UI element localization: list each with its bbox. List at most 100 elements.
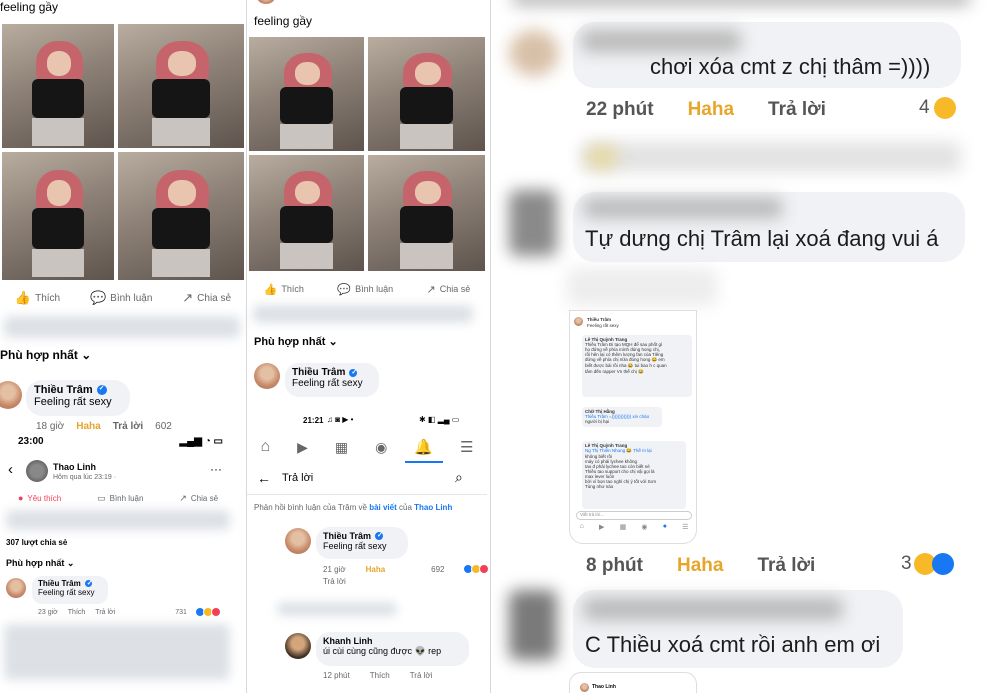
embedded-screenshot[interactable]: Thiều Trâm Feeling rất sexy Lê Thị Quỳnh… [569,310,697,544]
sort-dropdown[interactable]: Phù hợp nhất ⌄ [0,348,91,362]
groups-icon[interactable]: ◉ [375,439,387,456]
reaction-label[interactable]: Haha [366,565,386,574]
comment-meta: 18 giờ Haha Trả lời 602 [36,421,172,432]
like-link[interactable]: Thích [370,671,390,680]
blurred-region [253,305,473,323]
home-icon[interactable]: ⌂ [260,438,270,456]
search-icon[interactable]: ⌕ [455,469,463,486]
embedded-reply-box: Chữ Thị Hằng Thiều Trâm =))))))))))))) x… [582,407,662,427]
post-photo-4[interactable] [116,150,246,282]
menu-icon[interactable]: ☰ [460,438,473,456]
post-author[interactable]: Thao Linh [53,462,96,472]
bell-icon[interactable]: 🔔 [414,438,433,456]
avatar[interactable] [285,633,311,659]
back-arrow-icon[interactable]: ‹ [8,461,13,478]
verified-icon [375,531,384,540]
post-photo-1[interactable] [247,35,366,153]
blurred-region [6,510,230,530]
comment-author[interactable]: Thiều Trâm [34,384,93,396]
embedded-reply-box: Lê Thị Quỳnh Trang Thiều Trâm Đi tạo MQH… [582,335,692,397]
battery-icon: ✱ ◧ ▂▄ ▭ [419,415,460,424]
reply-link[interactable]: Trả lời [757,555,815,577]
comment-button[interactable]: 💬 Bình luận [337,283,393,296]
reaction-summary: 3 [901,553,954,575]
reply-link[interactable]: Trả lời [113,421,143,432]
share-button[interactable]: ↗ Chia sẻ [427,283,471,296]
sort-dropdown[interactable]: Phù hợp nhất ⌄ [6,558,74,569]
chevron-down-icon: ⌄ [81,348,92,362]
blurred-region [4,624,230,680]
back-arrow-icon[interactable]: ← [257,470,271,486]
reaction-icons [194,607,221,617]
embedded-screenshot-peek: Thao Linh [569,672,697,693]
comment-time: 8 phút [586,555,643,576]
embedded-author: Thao Linh [592,684,616,690]
video-icon: ▶ [599,524,605,531]
author-link[interactable]: Thao Linh [414,503,452,512]
avatar[interactable] [285,528,311,554]
reply-author[interactable]: Khanh Linh [323,636,462,646]
post-photo-4[interactable] [366,153,487,273]
comment-icon: 💬 [89,290,107,305]
like-button[interactable]: 👍 Thích [15,290,60,306]
sort-dropdown[interactable]: Phù hợp nhất ⌄ [254,335,338,348]
share-button[interactable]: ↗ Chia sẻ [182,290,231,306]
share-count[interactable]: 307 lượt chia sẻ [6,538,67,547]
like-link[interactable]: Thích [68,609,86,616]
chevron-down-icon: ⌄ [328,336,338,348]
reply-link[interactable]: Trả lời [410,671,433,680]
divider [247,494,487,495]
love-button[interactable]: ● Yêu thích [18,493,61,503]
post-link[interactable]: bài viết [369,503,397,512]
post-photo-2[interactable] [116,22,246,150]
comment-button[interactable]: 💬 Bình luận [90,290,152,306]
more-options-icon[interactable]: ··· [210,462,222,476]
reply-bubble: Khanh Linh úi cùi cùng cũng được 👽 rep [316,632,469,666]
sort-label: Phù hợp nhất [6,558,65,568]
comment-bubble: Thiều Trâm Feeling rất sexy [26,380,130,416]
blurred-region [277,602,397,616]
comment-text: chơi xóa cmt z chị thâm =)))) [650,54,931,79]
reaction-count: 602 [155,421,172,432]
reply-link[interactable]: Trả lời [95,609,115,616]
comment-author[interactable]: Thiều Trâm [292,367,345,378]
reply-link[interactable]: Trả lời [323,577,346,586]
comment-text: Feeling rất sexy [38,588,95,597]
comment-time: 23 giờ [38,608,58,616]
post-photo-1[interactable] [0,22,116,150]
comment-icon: 💬 [337,283,352,296]
post-photo-3[interactable] [247,153,366,273]
comment-bubble: C Thiều xoá cmt rồi anh em ơi [573,590,903,668]
blurred-avatar [509,30,559,76]
thumbs-up-icon: 👍 [263,283,278,296]
embedded-nav-bar: ⌂ ▶ ▦ ◉ ● ☰ [572,523,696,531]
comment-text: Feeling rất sexy [34,396,112,408]
reaction-label[interactable]: Haha [76,421,100,432]
reaction-count: 3 [901,553,912,574]
embedded-input: Viết trả lời... [576,511,692,520]
post-photo-2[interactable] [366,35,487,153]
marketplace-icon[interactable]: ▦ [335,439,348,456]
avatar[interactable] [0,381,22,409]
reaction-label[interactable]: Haha [688,99,734,121]
comment-author[interactable]: Thiều Trâm [38,579,81,588]
comment-time: 22 phút [586,99,654,120]
avatar[interactable] [26,460,48,482]
avatar[interactable] [254,363,280,389]
post-header-text: feeling gầy [0,0,59,14]
panel-right: chơi xóa cmt z chị thâm =)))) 22 phút Ha… [491,0,999,693]
like-button[interactable]: 👍 Thích [264,283,304,296]
avatar[interactable] [6,578,26,598]
post-meta: Hôm qua lúc 23:19 · [53,474,117,481]
blurred-region [4,316,240,338]
share-icon: ↗ [182,290,194,305]
post-action-bar: ● Yêu thích ▭ Bình luận ↗ Chia sẻ [0,490,236,506]
comment-button[interactable]: ▭ Bình luận [97,493,143,504]
panel-middle: feeling gầy 👍 Thích 💬 Bình luận ↗ Chia sẻ P… [247,0,490,693]
post-photo-3[interactable] [0,150,116,282]
video-icon[interactable]: ▶ [297,439,308,456]
comment-author[interactable]: Thiều Trâm [323,531,371,541]
share-button[interactable]: ↗ Chia sẻ [179,493,218,504]
reaction-label[interactable]: Haha [677,555,723,577]
reply-link[interactable]: Trả lời [768,99,826,121]
